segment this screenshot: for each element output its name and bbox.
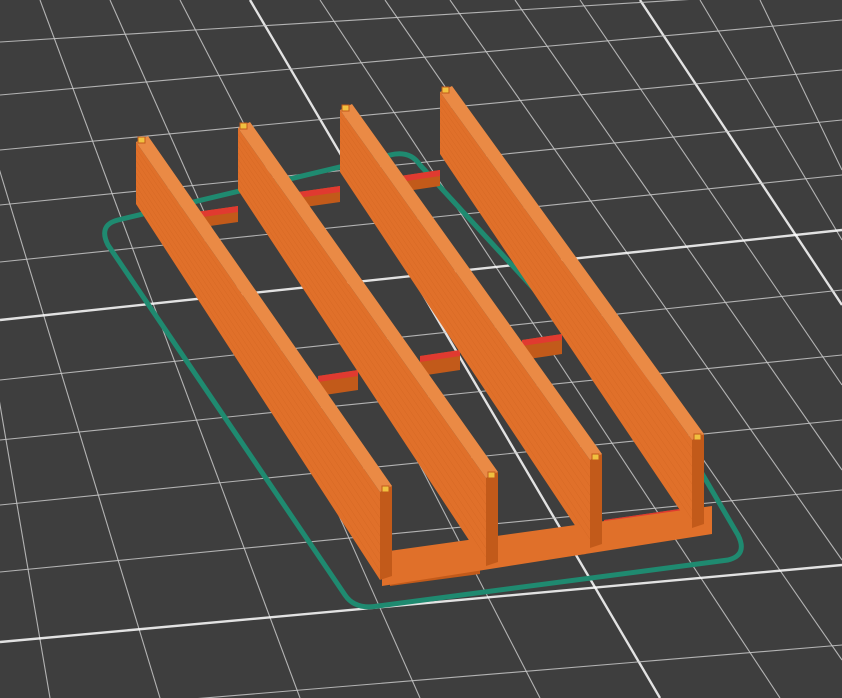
wall-top-marker <box>487 471 496 479</box>
wall-top-marker <box>341 104 350 112</box>
wall-end <box>590 454 602 548</box>
front-base <box>382 506 712 586</box>
layer-line <box>439 98 693 449</box>
wall-top-marker <box>441 86 450 94</box>
wall-end <box>380 486 392 580</box>
wall-end <box>692 434 704 528</box>
grid-line <box>638 0 842 306</box>
grid-line <box>197 644 842 698</box>
grid-line <box>699 0 842 241</box>
grid-line <box>0 19 842 96</box>
wall-top-marker <box>137 136 146 144</box>
slice-preview-scene[interactable] <box>0 0 842 698</box>
grid-line <box>0 169 161 698</box>
3d-viewport[interactable] <box>0 0 842 698</box>
wall-top-marker <box>239 122 248 130</box>
grid-line <box>0 69 842 151</box>
build-plate-grid <box>0 0 842 698</box>
grid-line <box>0 401 51 698</box>
wall-top-marker <box>591 453 600 461</box>
grid-line <box>759 0 842 171</box>
wall-end <box>486 472 498 566</box>
wall-top <box>440 86 704 440</box>
layer-line <box>135 185 381 554</box>
grid-line <box>449 0 842 561</box>
wall-top-marker <box>381 485 390 493</box>
wall-top-marker <box>693 433 702 441</box>
